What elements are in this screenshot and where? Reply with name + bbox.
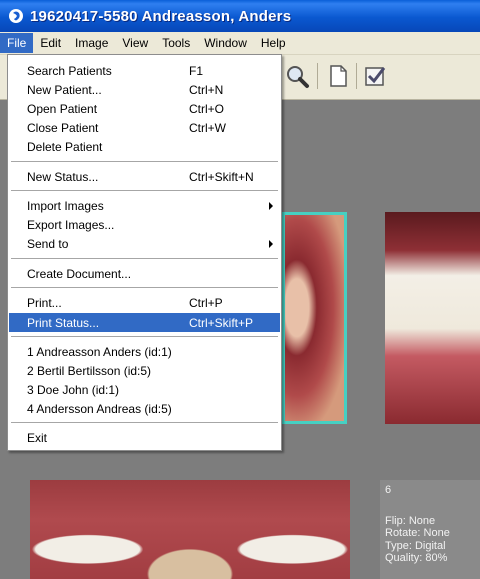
image-quality: Quality: 80% (385, 552, 448, 564)
menu-item-label: Import Images (27, 198, 104, 213)
image-type: Type: Digital (385, 539, 446, 552)
menu-separator (11, 258, 278, 259)
menu-item-recent-patient-2[interactable]: 2 Bertil Bertilsson (id:5) (9, 361, 280, 380)
menu-item-label: Search Patients (27, 63, 112, 78)
menu-help[interactable]: Help (254, 33, 293, 53)
menu-item-label: 1 Andreasson Anders (id:1) (27, 344, 172, 359)
menu-tools[interactable]: Tools (155, 33, 197, 53)
menu-item-close-patient[interactable]: Close Patient Ctrl+W (9, 118, 280, 137)
menu-image[interactable]: Image (68, 33, 115, 53)
photo-thumbnail[interactable] (385, 212, 480, 424)
menu-item-label: Export Images... (27, 217, 115, 232)
menu-bar: File Edit Image View Tools Window Help (0, 32, 480, 55)
app-icon (9, 9, 23, 23)
menu-item-label: Print... (27, 295, 62, 310)
new-document-icon[interactable] (325, 63, 351, 89)
menu-separator (11, 336, 278, 337)
menu-item-new-status[interactable]: New Status... Ctrl+Skift+N (9, 167, 280, 186)
menu-item-shortcut: Ctrl+Skift+N (189, 169, 254, 184)
menu-item-label: 3 Doe John (id:1) (27, 382, 120, 397)
menu-item-label: Delete Patient (27, 139, 103, 154)
submenu-arrow-icon (269, 202, 273, 210)
submenu-arrow-icon (269, 240, 273, 248)
menu-item-send-to[interactable]: Send to (9, 234, 280, 253)
menu-item-recent-patient-1[interactable]: 1 Andreasson Anders (id:1) (9, 342, 280, 361)
menu-item-print[interactable]: Print... Ctrl+P (9, 293, 280, 312)
menu-item-label: 2 Bertil Bertilsson (id:5) (27, 363, 152, 378)
menu-item-recent-patient-3[interactable]: 3 Doe John (id:1) (9, 380, 280, 399)
menu-item-delete-patient[interactable]: Delete Patient (9, 137, 280, 156)
menu-separator (11, 287, 278, 288)
menu-item-exit[interactable]: Exit (9, 428, 280, 447)
menu-item-shortcut: Ctrl+N (189, 82, 224, 97)
title-bar[interactable]: 19620417-5580 Andreasson, Anders (0, 0, 480, 32)
menu-item-print-status[interactable]: Print Status... Ctrl+Skift+P (9, 313, 280, 332)
menu-item-label: Exit (27, 430, 48, 445)
menu-item-recent-patient-4[interactable]: 4 Andersson Andreas (id:5) (9, 399, 280, 418)
menu-item-create-document[interactable]: Create Document... (9, 264, 280, 283)
menu-item-label: 4 Andersson Andreas (id:5) (27, 401, 172, 416)
menu-item-label: Print Status... (27, 315, 100, 330)
menu-item-shortcut: Ctrl+Skift+P (189, 315, 254, 330)
menu-separator (11, 422, 278, 423)
image-rotate: Rotate: None (385, 527, 450, 539)
menu-item-shortcut: Ctrl+W (189, 120, 226, 135)
menu-item-label: Send to (27, 236, 69, 251)
menu-view[interactable]: View (115, 33, 155, 53)
menu-file[interactable]: File (0, 33, 34, 53)
menu-separator (11, 161, 278, 162)
zoom-icon[interactable] (284, 63, 310, 89)
menu-item-search-patients[interactable]: Search Patients F1 (9, 61, 280, 80)
menu-item-label: New Patient... (27, 82, 102, 97)
menu-item-label: Close Patient (27, 120, 99, 135)
menu-item-shortcut: Ctrl+O (189, 101, 225, 116)
menu-edit[interactable]: Edit (33, 33, 68, 53)
menu-item-label: Create Document... (27, 266, 132, 281)
photo-thumbnail[interactable] (30, 480, 350, 579)
file-menu-dropdown: Search Patients F1 New Patient... Ctrl+N… (7, 54, 282, 451)
menu-item-import-images[interactable]: Import Images (9, 196, 280, 215)
menu-item-export-images[interactable]: Export Images... (9, 215, 280, 234)
menu-item-shortcut: F1 (189, 63, 204, 78)
menu-item-label: New Status... (27, 169, 99, 184)
menu-item-label: Open Patient (27, 101, 98, 116)
menu-window[interactable]: Window (197, 33, 254, 53)
image-number: 6 (385, 484, 392, 496)
menu-item-shortcut: Ctrl+P (189, 295, 223, 310)
image-flip: Flip: None (385, 514, 436, 527)
toolbar-separator (317, 63, 318, 89)
window-title: 19620417-5580 Andreasson, Anders (30, 7, 292, 25)
toolbar-separator (356, 63, 357, 89)
selected-photo-thumbnail[interactable] (282, 212, 347, 424)
checkbox-icon[interactable] (362, 63, 388, 89)
image-info-panel: 6 Flip: None Rotate: None Type: Digital … (380, 480, 480, 579)
menu-item-open-patient[interactable]: Open Patient Ctrl+O (9, 99, 280, 118)
menu-separator (11, 190, 278, 191)
menu-item-new-patient[interactable]: New Patient... Ctrl+N (9, 80, 280, 99)
